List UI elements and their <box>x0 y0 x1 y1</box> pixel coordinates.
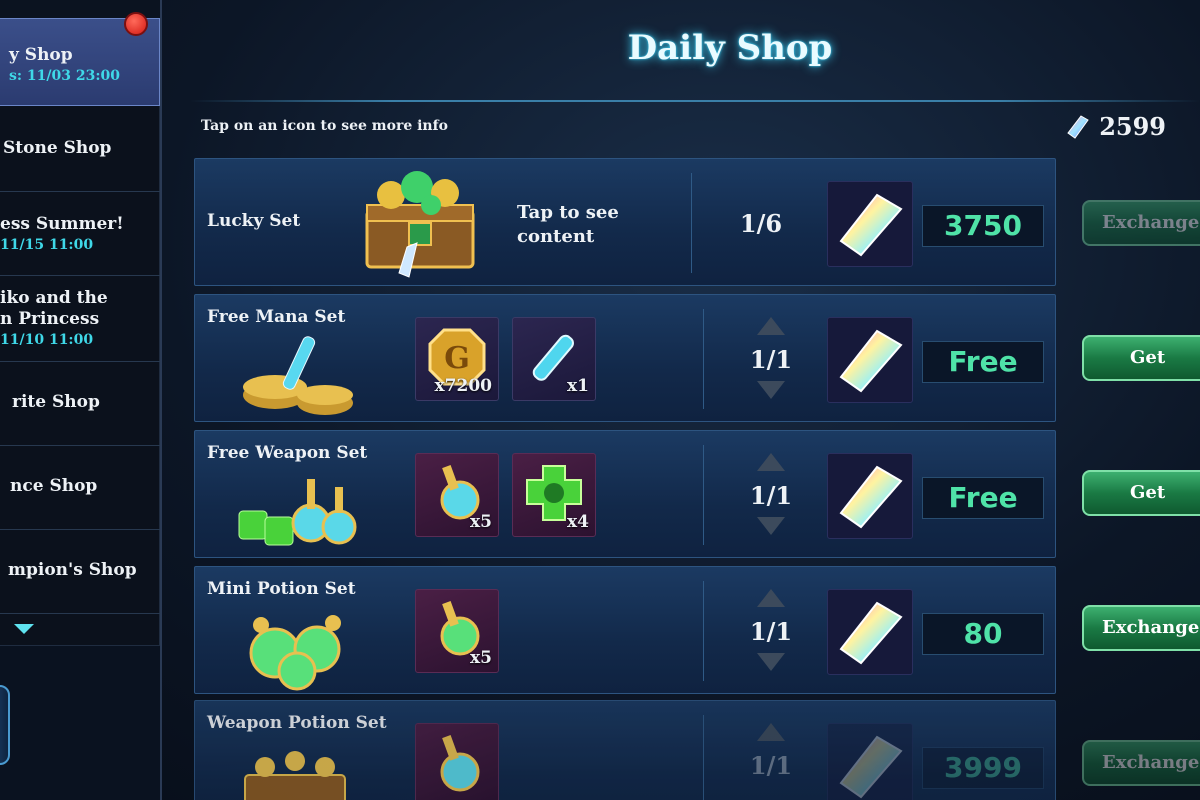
item-quantity: x5 <box>470 512 492 532</box>
weapon-potion-art-icon <box>244 751 346 800</box>
shop-row-free-weapon-set: Free Weapon Set x5 x4 1/1 Free <box>194 430 1056 558</box>
sidebar-item-label: ess Summer! <box>0 214 124 234</box>
currency-amount: 2599 <box>1099 112 1166 141</box>
shop-sidebar: y Shop s: 11/03 23:00 Stone Shop ess Sum… <box>0 0 162 800</box>
weapon-set-art-icon <box>238 479 357 546</box>
sidebar-item-label: y Shop <box>9 45 73 65</box>
item-tile-weapon-crest[interactable]: x4 <box>512 453 596 537</box>
row-divider <box>691 173 692 273</box>
price-currency-icon <box>827 589 913 675</box>
sidebar-item-label-line2: n Princess <box>0 309 100 329</box>
price-currency-icon <box>827 723 913 800</box>
item-name: Lucky Set <box>207 211 301 231</box>
item-name: Weapon Potion Set <box>207 713 387 733</box>
exchange-button[interactable]: Exchange <box>1082 605 1200 651</box>
potion-set-art-icon <box>249 615 341 691</box>
shop-row-lucky-set: Lucky Set Tap to see content 1/6 3750 <box>194 158 1056 286</box>
side-panel-handle[interactable] <box>0 685 10 765</box>
mana-set-art-icon <box>243 336 353 415</box>
arrow-down-icon[interactable] <box>757 653 785 671</box>
row-divider <box>703 581 704 681</box>
item-quantity: x4 <box>567 512 589 532</box>
price-currency-icon <box>827 317 913 403</box>
purchase-count: 1/1 <box>749 345 793 374</box>
shop-row-free-mana-set: Free Mana Set G x7200 x1 1/1 Free <box>194 294 1056 422</box>
item-name: Free Weapon Set <box>207 443 368 463</box>
sidebar-item-label: iko and the <box>0 288 108 308</box>
row-divider <box>703 715 704 800</box>
shop-row-weapon-potion-set: Weapon Potion Set 1/1 3999 <box>194 700 1056 800</box>
svg-text:G: G <box>444 341 470 376</box>
potion-icon <box>440 735 480 792</box>
price-value: 3999 <box>922 747 1044 789</box>
gem-icon <box>1067 114 1089 139</box>
item-tile-potion[interactable]: x5 <box>415 453 499 537</box>
arrow-up-icon[interactable] <box>757 453 785 471</box>
sidebar-item-favorite-shop[interactable]: rite Shop <box>0 362 160 446</box>
row-divider <box>703 445 704 545</box>
get-button[interactable]: Get <box>1082 335 1200 381</box>
price-value: 80 <box>922 613 1044 655</box>
item-name: Free Mana Set <box>207 307 346 327</box>
exchange-button[interactable]: Exchange <box>1082 200 1200 246</box>
arrow-down-icon[interactable] <box>757 381 785 399</box>
item-tile-potion[interactable] <box>415 723 499 800</box>
purchase-count: 1/6 <box>739 209 783 238</box>
sidebar-item-alliance-shop[interactable]: nce Shop <box>0 446 160 530</box>
see-content-link[interactable]: Tap to see content <box>517 201 619 249</box>
sidebar-item-champions-shop[interactable]: mpion's Shop <box>0 530 160 614</box>
item-tile-gold[interactable]: G x7200 <box>415 317 499 401</box>
currency-display: 2599 <box>1067 112 1166 141</box>
gem-icon <box>839 735 903 799</box>
purchase-count: 1/1 <box>749 617 793 646</box>
page-title: Daily Shop <box>627 28 833 68</box>
notification-badge <box>124 12 148 36</box>
arrow-up-icon[interactable] <box>757 317 785 335</box>
chevron-down-icon[interactable] <box>14 624 34 634</box>
arrow-up-icon[interactable] <box>757 723 785 741</box>
sidebar-item-princess-event[interactable]: iko and the n Princess 11/10 11:00 <box>0 276 160 362</box>
price-value: 3750 <box>922 205 1044 247</box>
sidebar-item-date: 11/10 11:00 <box>0 332 94 348</box>
sidebar-item-date: 11/15 11:00 <box>0 237 94 253</box>
gem-icon <box>839 193 903 257</box>
item-tile-mana-vial[interactable]: x1 <box>512 317 596 401</box>
price-currency-icon <box>827 453 913 539</box>
arrow-up-icon[interactable] <box>757 589 785 607</box>
item-quantity: x7200 <box>434 376 492 396</box>
sidebar-item-date: s: 11/03 23:00 <box>9 68 121 84</box>
item-tile-potion[interactable]: x5 <box>415 589 499 673</box>
title-divider <box>190 100 1200 102</box>
item-quantity: x5 <box>470 648 492 668</box>
get-button[interactable]: Get <box>1082 470 1200 516</box>
sidebar-item-summer-event[interactable]: ess Summer! 11/15 11:00 <box>0 192 160 276</box>
purchase-count: 1/1 <box>749 751 793 780</box>
sidebar-item-label: Stone Shop <box>3 138 112 158</box>
price-currency-icon <box>827 181 913 267</box>
sidebar-item-stone-shop[interactable]: Stone Shop <box>0 108 160 192</box>
exchange-button[interactable]: Exchange <box>1082 740 1200 786</box>
sidebar-item-label: mpion's Shop <box>8 560 137 580</box>
item-name: Mini Potion Set <box>207 579 356 599</box>
arrow-down-icon[interactable] <box>757 517 785 535</box>
purchase-count: 1/1 <box>749 481 793 510</box>
gem-icon <box>839 601 903 665</box>
price-value: Free <box>922 477 1044 519</box>
gem-icon <box>839 465 903 529</box>
treasure-chest-icon[interactable] <box>361 165 479 283</box>
price-value: Free <box>922 341 1044 383</box>
sidebar-item-label: rite Shop <box>12 392 100 412</box>
row-divider <box>703 309 704 409</box>
sidebar-item-label: nce Shop <box>10 476 98 496</box>
shop-row-mini-potion-set: Mini Potion Set x5 1/1 80 <box>194 566 1056 694</box>
hint-text: Tap on an icon to see more info <box>201 118 448 134</box>
gem-icon <box>839 329 903 393</box>
shop-list: y Shop s: 11/03 23:00 Stone Shop ess Sum… <box>0 18 160 646</box>
item-quantity: x1 <box>567 376 589 396</box>
